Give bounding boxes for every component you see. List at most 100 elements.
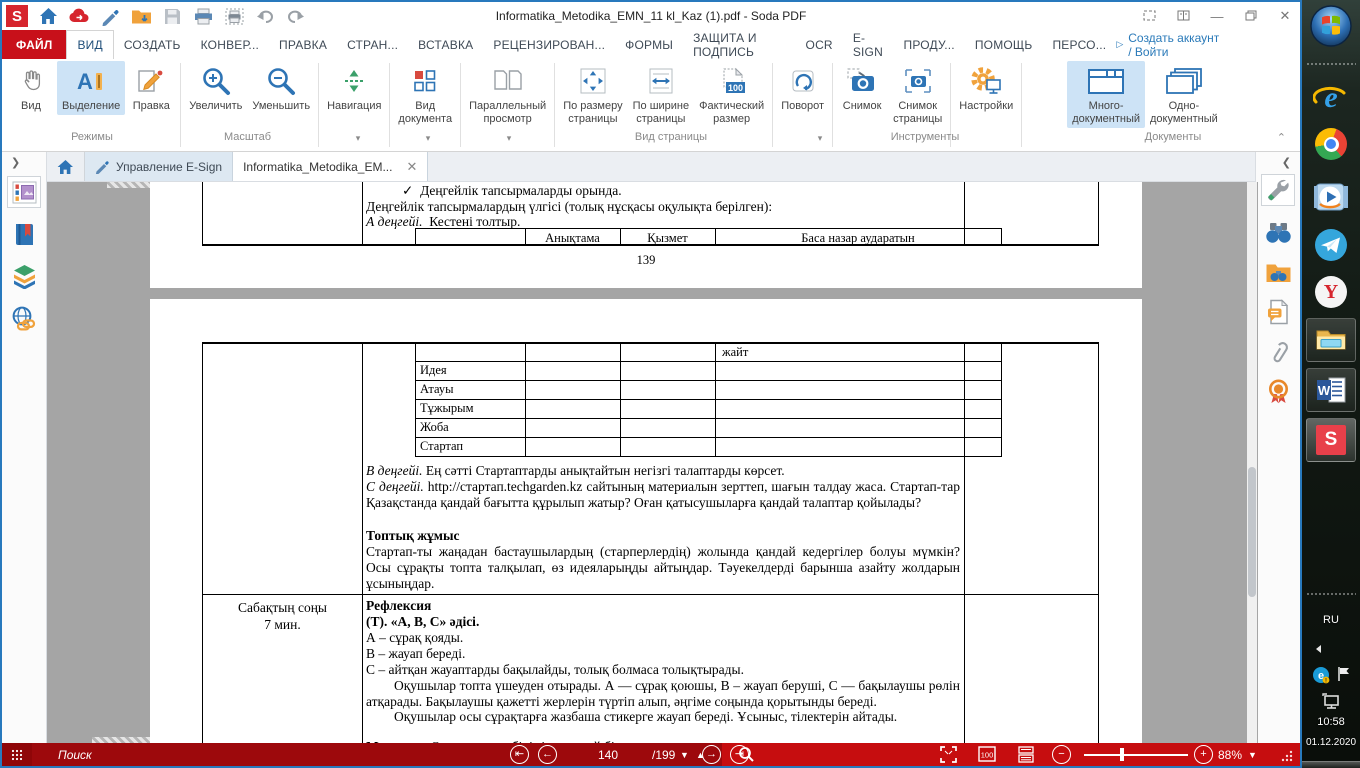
menu-tab-review[interactable]: РЕЦЕНЗИРОВАН...	[483, 30, 615, 59]
chrome-icon[interactable]	[1315, 128, 1347, 160]
view-mode-button[interactable]: Вид	[5, 61, 57, 115]
show-hidden-icons[interactable]	[1314, 644, 1324, 654]
menu-tab-insert[interactable]: ВСТАВКА	[408, 30, 483, 59]
chevron-down-icon[interactable]: ▾	[465, 133, 553, 144]
actual-size-icon[interactable]: 100	[978, 746, 996, 767]
soda-pdf-taskbar-button[interactable]: S	[1306, 418, 1356, 462]
menu-tab-personalize[interactable]: ПЕРСО...	[1042, 30, 1116, 59]
menu-tab-pages[interactable]: СТРАН...	[337, 30, 408, 59]
print-icon[interactable]	[192, 5, 214, 27]
menu-tab-ocr[interactable]: OCR	[796, 30, 843, 59]
edit-mode-button[interactable]: Правка	[125, 61, 177, 115]
settings-button[interactable]: Настройки	[954, 61, 1018, 115]
zoom-slider[interactable]	[1084, 754, 1188, 756]
fit-page-button[interactable]: По размеру страницы	[558, 61, 627, 128]
tools-wrench-icon[interactable]	[1261, 174, 1295, 206]
bookmarks-icon[interactable]	[7, 218, 41, 250]
layers-icon[interactable]	[7, 260, 41, 292]
web-links-icon[interactable]	[7, 302, 41, 334]
menu-tab-convert[interactable]: КОНВЕР...	[191, 30, 269, 59]
soda-logo[interactable]: S	[6, 5, 28, 27]
menu-tab-products[interactable]: ПРОДУ...	[894, 30, 965, 59]
clock-time[interactable]: 10:58	[1317, 716, 1345, 728]
zoom-out-button[interactable]: −	[1052, 745, 1071, 764]
document-viewport[interactable]: ✓ Деңгейлік тапсырмаларды орында. Деңгей…	[47, 182, 1258, 743]
menu-tab-edit[interactable]: ПРАВКА	[269, 30, 337, 59]
snapshot-button[interactable]: Снимок	[836, 61, 888, 115]
home-icon[interactable]	[37, 5, 59, 27]
esign-tab[interactable]: Управление E-Sign	[85, 152, 233, 181]
clock-date[interactable]: 01.12.2020	[1306, 737, 1356, 748]
menu-tab-vid[interactable]: ВИД	[66, 30, 113, 59]
menu-tab-esign[interactable]: E-SIGN	[843, 30, 894, 59]
media-player-icon[interactable]	[1313, 180, 1349, 214]
windows-start-orb[interactable]	[1309, 4, 1353, 48]
previous-page-button[interactable]: ←	[538, 745, 557, 764]
vertical-scrollbar[interactable]	[1247, 182, 1257, 743]
zoom-in-button[interactable]: +	[1194, 745, 1213, 764]
navigation-button[interactable]: Навигация	[322, 61, 386, 115]
language-indicator[interactable]: RU	[1323, 614, 1339, 626]
search-binoculars-icon[interactable]	[1261, 216, 1295, 248]
grid-dots-icon[interactable]	[2, 743, 32, 766]
zoom-out-button[interactable]: Уменьшить	[247, 61, 315, 115]
home-tab[interactable]	[47, 152, 85, 181]
menu-tab-secure[interactable]: ЗАЩИТА И ПОДПИСЬ	[683, 30, 795, 59]
zoom-in-button[interactable]: Увеличить	[184, 61, 247, 115]
chevron-down-icon[interactable]: ▾	[327, 133, 389, 144]
parallel-view-button[interactable]: Параллельный просмотр	[464, 61, 551, 128]
restore-button[interactable]	[1242, 9, 1260, 24]
thumbnails-icon[interactable]	[7, 176, 41, 208]
undo-icon[interactable]	[254, 5, 276, 27]
select-mode-button[interactable]: A Выделение	[57, 61, 125, 115]
fit-screen-icon[interactable]	[940, 746, 957, 768]
current-page-input[interactable]: 140	[567, 743, 649, 766]
chevron-down-icon[interactable]: ▼	[680, 743, 689, 766]
first-page-button[interactable]: ⇤	[510, 745, 529, 764]
page-layout-icon[interactable]	[1018, 746, 1034, 768]
comments-icon[interactable]	[1261, 296, 1295, 328]
eset-tray-icon[interactable]: e!	[1312, 666, 1330, 684]
flag-tray-icon[interactable]	[1337, 666, 1351, 682]
fit-width-button[interactable]: По ширине страницы	[628, 61, 695, 128]
internet-explorer-icon[interactable]: e	[1313, 80, 1349, 116]
reading-view-icon[interactable]	[1174, 9, 1192, 24]
open-folder-icon[interactable]	[130, 5, 152, 27]
zoom-level[interactable]: 88% ▼	[1218, 743, 1257, 766]
expand-panel-icon[interactable]: ❯	[11, 156, 20, 169]
zoom-slider-thumb[interactable]	[1120, 748, 1124, 761]
menu-tab-help[interactable]: ПОМОЩЬ	[965, 30, 1043, 59]
attachments-paperclip-icon[interactable]	[1261, 336, 1295, 368]
single-document-button[interactable]: Одно- документный	[1145, 61, 1223, 128]
yandex-browser-icon[interactable]: Y	[1315, 276, 1347, 308]
last-page-button[interactable]: ⇥	[730, 745, 749, 764]
cloud-sync-icon[interactable]	[68, 5, 90, 27]
print-preview-icon[interactable]	[223, 5, 245, 27]
word-taskbar-button[interactable]: W	[1306, 368, 1356, 412]
close-button[interactable]: ✕	[1276, 8, 1294, 24]
telegram-icon[interactable]	[1314, 228, 1348, 262]
resize-grip[interactable]	[1280, 749, 1294, 763]
actual-size-button[interactable]: 100 Фактический размер	[694, 61, 769, 128]
save-icon[interactable]	[161, 5, 183, 27]
chevron-down-icon[interactable]: ▾	[397, 133, 459, 144]
network-tray-icon[interactable]	[1321, 692, 1341, 710]
document-tab-active[interactable]: Informatika_Metodika_EM... ✕	[233, 152, 428, 181]
fullscreen-icon[interactable]	[1140, 9, 1158, 24]
rotate-button[interactable]: Поворот	[776, 61, 829, 115]
account-link[interactable]: ▷ Создать аккаунт / Войти	[1116, 30, 1300, 59]
menu-tab-forms[interactable]: ФОРМЫ	[615, 30, 683, 59]
document-view-button[interactable]: Вид документа	[393, 61, 457, 128]
minimize-button[interactable]: —	[1208, 9, 1226, 24]
ribbon-collapse-icon[interactable]: ⌃	[1277, 131, 1286, 144]
chevron-down-icon[interactable]: ▾	[792, 133, 848, 144]
certificates-medal-icon[interactable]	[1261, 376, 1295, 408]
scrollbar-thumb[interactable]	[1248, 467, 1256, 597]
esign-pen-icon[interactable]	[99, 5, 121, 27]
menu-tab-create[interactable]: СОЗДАТЬ	[114, 30, 191, 59]
redo-icon[interactable]	[285, 5, 307, 27]
menu-tab-file[interactable]: ФАЙЛ	[2, 30, 66, 59]
show-desktop-button[interactable]	[1302, 761, 1360, 768]
close-icon[interactable]: ✕	[406, 159, 417, 175]
page-snapshot-button[interactable]: Снимок страницы	[888, 61, 947, 128]
